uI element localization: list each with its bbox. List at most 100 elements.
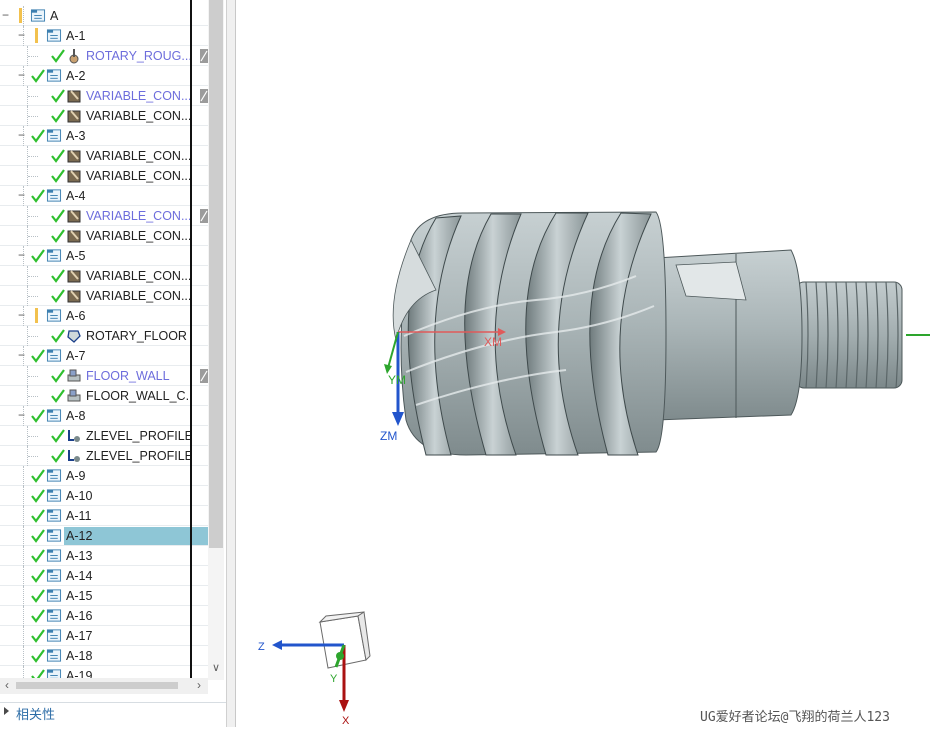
program-group-row[interactable]: − A-4 bbox=[0, 186, 208, 206]
program-group-row[interactable]: A-14 bbox=[0, 566, 208, 586]
program-group-row[interactable]: A-9 bbox=[0, 466, 208, 486]
tree-connector bbox=[28, 296, 38, 297]
collapse-toggle-icon[interactable]: − bbox=[18, 309, 27, 321]
program-folder-icon bbox=[46, 69, 62, 82]
operation-row[interactable]: VARIABLE_CON... bbox=[0, 206, 208, 226]
program-group-row[interactable]: − A-3 bbox=[0, 126, 208, 146]
tree-connector bbox=[23, 646, 24, 666]
program-folder-icon bbox=[46, 609, 62, 622]
collapse-toggle-icon[interactable]: − bbox=[18, 189, 27, 201]
tool-neck bbox=[655, 249, 803, 421]
program-group-row[interactable]: − A-7 bbox=[0, 346, 208, 366]
operation-row[interactable]: VARIABLE_CON... bbox=[0, 226, 208, 246]
path-status-icon bbox=[200, 209, 208, 223]
tree-connector bbox=[23, 486, 24, 506]
program-group-row[interactable]: A-18 bbox=[0, 646, 208, 666]
graphics-viewport[interactable]: XM YM ZM Z Y X bbox=[236, 0, 930, 727]
variable-contour-op-icon bbox=[67, 150, 81, 163]
scroll-right-arrow-icon[interactable]: › bbox=[192, 677, 206, 693]
operation-row[interactable]: ROTARY_ROUG... bbox=[0, 46, 208, 66]
tree-connector bbox=[28, 436, 38, 437]
operation-row[interactable]: FLOOR_WALL bbox=[0, 366, 208, 386]
scroll-left-arrow-icon[interactable]: ‹ bbox=[0, 677, 14, 693]
operation-label: VARIABLE_CON... bbox=[86, 229, 190, 243]
dependencies-label[interactable]: 相关性 bbox=[16, 704, 55, 723]
program-group-label: A bbox=[50, 9, 59, 23]
variable-contour-op-icon bbox=[67, 170, 81, 183]
program-group-row[interactable]: A-17 bbox=[0, 626, 208, 646]
operation-label: VARIABLE_CON... bbox=[86, 269, 190, 283]
tree-connector bbox=[23, 566, 24, 586]
program-group-label: A-13 bbox=[66, 549, 93, 563]
view-triad[interactable]: Z Y X bbox=[258, 611, 371, 727]
operation-row[interactable]: VARIABLE_CON... bbox=[0, 106, 208, 126]
operation-label: ZLEVEL_PROFILE... bbox=[86, 449, 190, 463]
operation-row[interactable]: VARIABLE_CON... bbox=[0, 266, 208, 286]
program-group-row[interactable]: A-11 bbox=[0, 506, 208, 526]
operation-row[interactable]: FLOOR_WALL_C... bbox=[0, 386, 208, 406]
panel-splitter[interactable] bbox=[226, 0, 236, 727]
tree-connector bbox=[23, 666, 24, 678]
collapse-toggle-icon[interactable]: − bbox=[18, 249, 27, 261]
collapse-toggle-icon[interactable]: − bbox=[18, 349, 27, 361]
tree-connector bbox=[28, 216, 38, 217]
tree-connector bbox=[23, 606, 24, 626]
zlevel-profile-op-icon bbox=[68, 430, 80, 442]
operation-row[interactable]: VARIABLE_CON... bbox=[0, 286, 208, 306]
collapse-toggle-icon[interactable]: − bbox=[18, 409, 27, 421]
program-group-row[interactable]: − A-6 bbox=[0, 306, 208, 326]
complete-check-icon bbox=[31, 189, 45, 203]
ym-axis-label: YM bbox=[388, 373, 406, 387]
vertical-scroll-thumb[interactable] bbox=[209, 0, 223, 548]
program-group-row[interactable]: − A-2 bbox=[0, 66, 208, 86]
complete-check-icon bbox=[51, 329, 65, 343]
scroll-down-arrow-icon[interactable]: ∨ bbox=[209, 660, 223, 676]
operation-row[interactable]: ZLEVEL_PROFILE... bbox=[0, 446, 208, 466]
horizontal-scroll-thumb[interactable] bbox=[16, 682, 178, 689]
triad-x-label: X bbox=[342, 715, 350, 727]
program-group-row[interactable]: − A-8 bbox=[0, 406, 208, 426]
program-group-row[interactable]: A-19 bbox=[0, 666, 208, 678]
complete-check-icon bbox=[51, 269, 65, 283]
operation-tree: − A − A-1 ROTARY_ROUG... − A-2 VARIABLE_CON... V… bbox=[0, 0, 208, 678]
complete-check-icon bbox=[31, 649, 45, 663]
operation-row[interactable]: VARIABLE_CON... bbox=[0, 86, 208, 106]
tree-connector bbox=[28, 176, 38, 177]
program-group-row[interactable]: A-12 bbox=[0, 526, 208, 546]
program-group-row[interactable]: − A-1 bbox=[0, 26, 208, 46]
program-group-row[interactable]: A-13 bbox=[0, 546, 208, 566]
program-group-row[interactable]: − A bbox=[0, 6, 208, 26]
complete-check-icon bbox=[51, 229, 65, 243]
operation-row[interactable]: VARIABLE_CON... bbox=[0, 166, 208, 186]
collapse-toggle-icon[interactable]: − bbox=[2, 9, 11, 21]
tree-connector bbox=[28, 96, 38, 97]
model-canvas[interactable]: XM YM ZM Z Y X bbox=[236, 0, 930, 727]
complete-check-icon bbox=[51, 389, 65, 403]
xm-axis-label: XM bbox=[484, 335, 502, 349]
floor-wall-op-icon bbox=[67, 389, 81, 402]
rough-turn-op-icon bbox=[69, 49, 79, 64]
column-separator[interactable] bbox=[190, 0, 192, 680]
tree-connector bbox=[23, 546, 24, 566]
tree-connector bbox=[28, 56, 38, 57]
operation-label: FLOOR_WALL bbox=[86, 369, 170, 383]
path-status-icon bbox=[200, 89, 208, 103]
collapse-toggle-icon[interactable]: − bbox=[18, 69, 27, 81]
operation-row[interactable]: ZLEVEL_PROFILE... bbox=[0, 426, 208, 446]
program-group-row[interactable]: A-10 bbox=[0, 486, 208, 506]
operation-label: VARIABLE_CON... bbox=[86, 169, 190, 183]
program-folder-icon bbox=[46, 129, 62, 142]
operation-row[interactable]: VARIABLE_CON... bbox=[0, 146, 208, 166]
program-group-row[interactable]: A-15 bbox=[0, 586, 208, 606]
collapse-toggle-icon[interactable]: − bbox=[18, 29, 27, 41]
tree-connector bbox=[23, 6, 24, 26]
complete-check-icon bbox=[31, 609, 45, 623]
program-group-row[interactable]: A-16 bbox=[0, 606, 208, 626]
operation-label: FLOOR_WALL_C... bbox=[86, 389, 190, 403]
collapse-toggle-icon[interactable]: − bbox=[18, 129, 27, 141]
tree-connector bbox=[23, 506, 24, 526]
operation-row[interactable]: ROTARY_FLOOR bbox=[0, 326, 208, 346]
operation-label: ZLEVEL_PROFILE... bbox=[86, 429, 190, 443]
program-group-row[interactable]: − A-5 bbox=[0, 246, 208, 266]
expand-arrow-icon[interactable] bbox=[4, 707, 9, 715]
